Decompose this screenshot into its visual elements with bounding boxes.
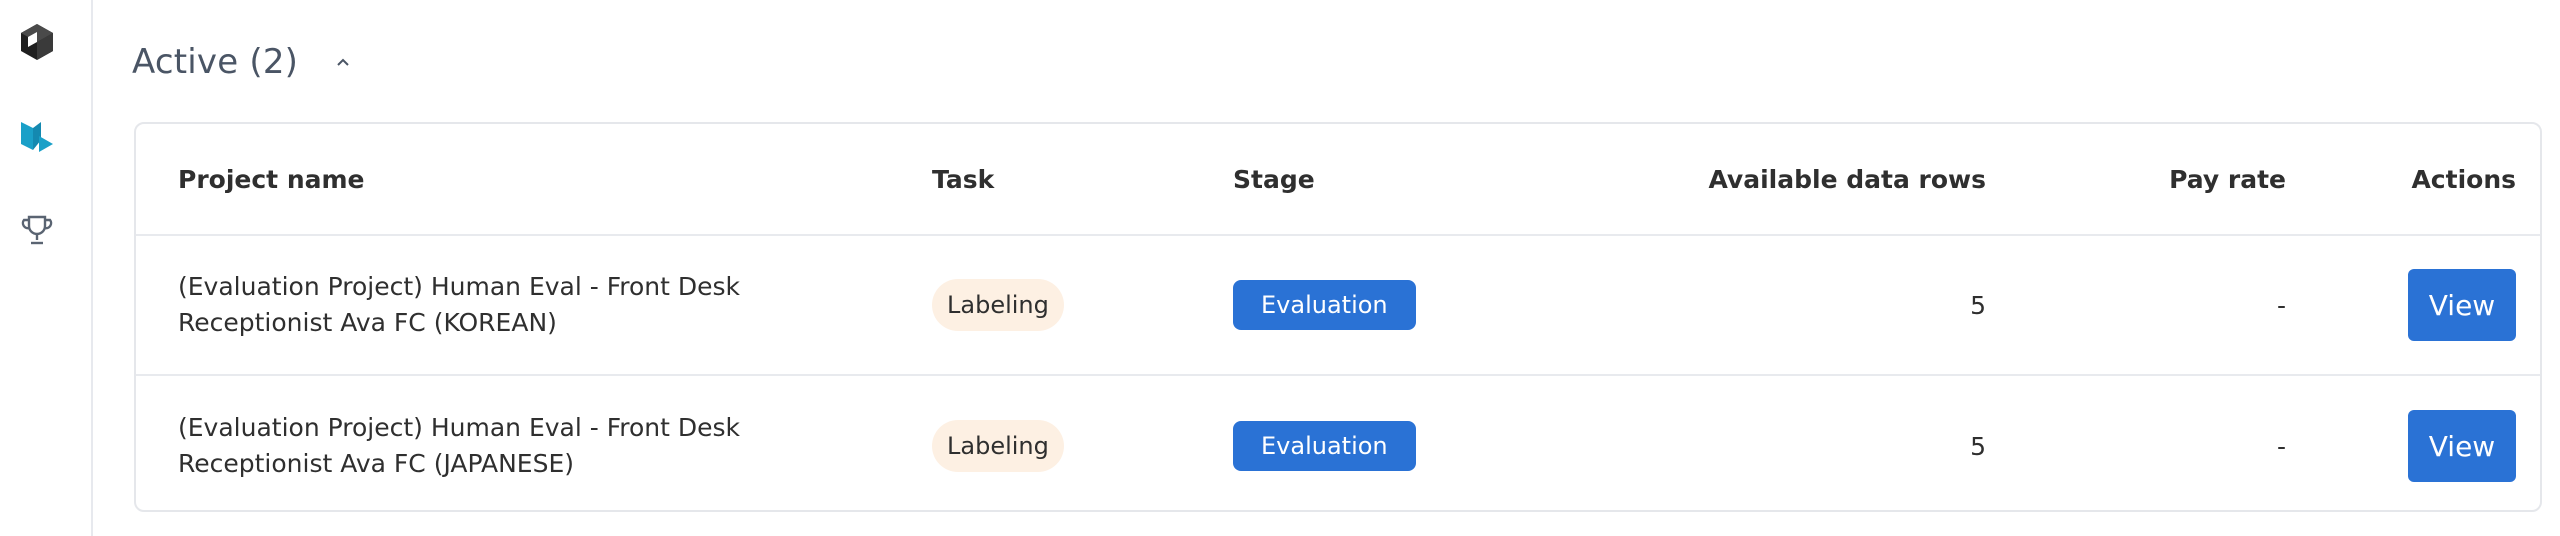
available-rows-value: 5: [1970, 431, 1986, 461]
stage-badge: Evaluation: [1233, 421, 1416, 471]
column-header-task: Task: [932, 164, 995, 194]
project-name: (Evaluation Project) Human Eval - Front …: [178, 413, 741, 478]
main-content: Active (2) Project name Task Stage Avail…: [94, 0, 2560, 536]
cube-logo-icon[interactable]: [17, 22, 57, 62]
pay-rate-cell: -: [2016, 376, 2286, 510]
stage-cell: Evaluation: [1233, 376, 1553, 510]
view-button[interactable]: View: [2408, 410, 2516, 482]
stage-badge: Evaluation: [1233, 280, 1416, 330]
table-row: (Evaluation Project) Human Eval - Front …: [136, 236, 2540, 376]
available-rows-value: 5: [1970, 290, 1986, 320]
available-rows-cell: 5: [1566, 236, 1986, 374]
project-name-cell: (Evaluation Project) Human Eval - Front …: [178, 236, 878, 374]
project-name-cell: (Evaluation Project) Human Eval - Front …: [178, 376, 878, 510]
available-rows-cell: 5: [1566, 376, 1986, 510]
stage-cell: Evaluation: [1233, 236, 1553, 374]
left-sidebar: [0, 0, 93, 536]
trophy-icon[interactable]: [17, 210, 57, 250]
actions-cell: View: [2316, 376, 2516, 510]
column-header-project-name: Project name: [178, 164, 365, 194]
task-cell: Labeling: [932, 236, 1192, 374]
pay-rate-cell: -: [2016, 236, 2286, 374]
table-row: (Evaluation Project) Human Eval - Front …: [136, 376, 2540, 510]
section-title: Active (2): [132, 42, 299, 82]
column-header-actions: Actions: [2411, 164, 2516, 194]
pay-rate-value: -: [2276, 431, 2286, 461]
column-header-stage: Stage: [1233, 164, 1315, 194]
column-header-available-rows: Available data rows: [1708, 164, 1986, 194]
task-cell: Labeling: [932, 376, 1192, 510]
view-button[interactable]: View: [2408, 269, 2516, 341]
projects-table: Project name Task Stage Available data r…: [134, 122, 2542, 512]
actions-cell: View: [2316, 236, 2516, 374]
pay-rate-value: -: [2276, 290, 2286, 320]
task-badge: Labeling: [932, 279, 1064, 331]
chevron-up-icon[interactable]: [332, 51, 354, 73]
project-name: (Evaluation Project) Human Eval - Front …: [178, 272, 741, 337]
section-header: Active (2): [132, 36, 354, 88]
task-badge: Labeling: [932, 420, 1064, 472]
workforce-icon[interactable]: [17, 116, 57, 156]
table-header-row: Project name Task Stage Available data r…: [136, 124, 2540, 236]
column-header-pay-rate: Pay rate: [2169, 164, 2286, 194]
